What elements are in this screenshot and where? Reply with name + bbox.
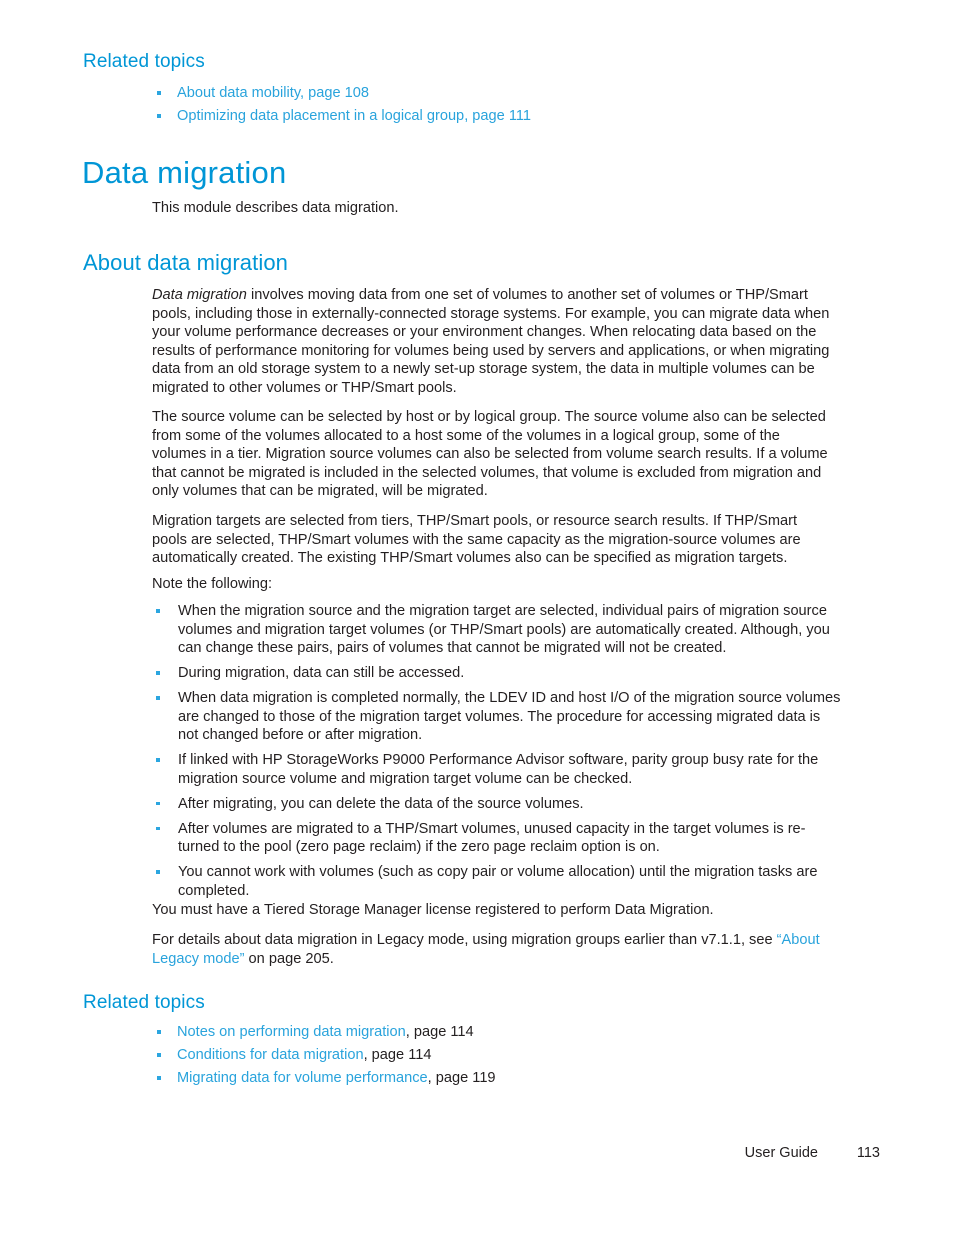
bullet-icon [156, 696, 160, 700]
list-item-text: If linked with HP StorageWorks P9000 Per… [178, 752, 819, 787]
paragraph-2: The source volume can be selected by hos… [152, 409, 828, 499]
bullet-icon [156, 758, 160, 762]
bullet-icon [156, 870, 160, 874]
cross-reference-link[interactable]: Migrating data for volume performance [177, 1070, 428, 1086]
list-item-text: When the migration source and the migrat… [178, 603, 830, 656]
list-item[interactable]: Conditions for data migration, page 114 [152, 1044, 842, 1067]
bottom-related-topics-list: Notes on performing data migration, page… [152, 1021, 842, 1090]
cross-reference-page: , page 114 [405, 1024, 474, 1040]
list-item: You cannot work with volumes (such as co… [152, 863, 842, 900]
cross-reference-link[interactable]: About data mobility [177, 85, 300, 101]
note-the-following-label: Note the following: [152, 576, 273, 592]
section-heading-about-data-migration: About data migration [83, 250, 289, 275]
cross-reference-page: , page 119 [427, 1070, 496, 1086]
paragraph-1: Data migration involves moving data from… [152, 286, 832, 397]
cross-reference-page: , page 108 [300, 85, 370, 101]
cross-reference-link[interactable]: Notes on performing data migration [177, 1024, 406, 1040]
bullet-icon [157, 1076, 161, 1080]
cross-reference-link[interactable]: Conditions for data migration [177, 1047, 364, 1063]
top-related-topics-list: About data mobility, page 108 Optimizing… [152, 82, 842, 128]
footer-page-number: 113 [856, 1145, 880, 1161]
chapter-intro-paragraph: This module describes data migration. [152, 200, 399, 216]
bullet-icon [156, 826, 160, 830]
list-item: If linked with HP StorageWorks P9000 Per… [152, 751, 842, 788]
list-item[interactable]: Optimizing data placement in a logical g… [152, 105, 842, 128]
legacy-mode-text-before: For details about data migration in Lega… [152, 932, 777, 948]
bullet-icon [157, 1053, 161, 1057]
bottom-related-topics-heading: Related topics [83, 992, 205, 1013]
list-item[interactable]: Notes on performing data migration, page… [152, 1021, 842, 1044]
bullet-icon [157, 1030, 161, 1034]
list-item-text: During migration, data can still be acce… [178, 665, 465, 681]
bullet-icon [157, 114, 161, 118]
page-footer: User Guide 113 [0, 1143, 954, 1165]
bullet-icon [156, 671, 160, 675]
cross-reference-link[interactable]: Optimizing data placement in a logical g… [177, 108, 464, 124]
cross-reference-page: , page 114 [363, 1047, 432, 1063]
list-item: When data migration is completed normall… [152, 689, 842, 745]
top-related-topics-heading: Related topics [83, 51, 205, 72]
list-item: During migration, data can still be acce… [152, 664, 842, 683]
notes-bullet-list: When the migration source and the migrat… [152, 602, 842, 907]
list-item-text: You cannot work with volumes (such as co… [178, 864, 818, 899]
list-item: After migrating, you can delete the data… [152, 795, 842, 814]
paragraph-1-lead-term: Data migration [152, 287, 247, 303]
list-item[interactable]: About data mobility, page 108 [152, 82, 842, 105]
list-item: When the migration source and the migrat… [152, 602, 842, 658]
list-item: After volumes are migrated to a THP/Smar… [152, 820, 842, 857]
legacy-mode-paragraph: For details about data migration in Lega… [152, 931, 832, 968]
bullet-icon [156, 609, 160, 613]
page-title: Data migration [82, 155, 287, 190]
list-item-text: When data migration is completed normall… [178, 690, 841, 743]
legacy-mode-text-after: on page 205. [244, 950, 334, 967]
paragraph-1-body: involves moving data from one set of vol… [152, 287, 830, 396]
list-item-text: After migrating, you can delete the data… [178, 795, 584, 812]
footer-guide-label: User Guide [744, 1145, 818, 1161]
license-requirement-paragraph: You must have a Tiered Storage Manager l… [152, 902, 714, 918]
bullet-icon [156, 801, 160, 805]
cross-reference-page: , page 111 [464, 108, 531, 124]
bullet-icon [157, 91, 161, 95]
list-item[interactable]: Migrating data for volume performance, p… [152, 1067, 842, 1090]
list-item-text: After volumes are migrated to a THP/Smar… [178, 820, 806, 856]
document-page: Related topics About data mobility, page… [0, 0, 954, 1235]
paragraph-3: Migration targets are selected from tier… [152, 513, 801, 566]
